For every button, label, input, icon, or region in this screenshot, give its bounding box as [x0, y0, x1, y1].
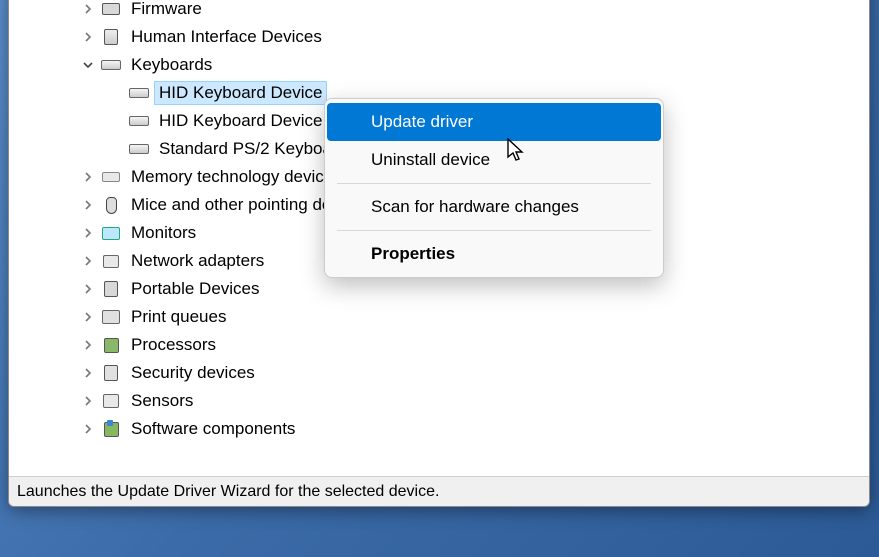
tree-node[interactable]: Processors [9, 331, 869, 359]
status-text: Launches the Update Driver Wizard for th… [17, 483, 439, 501]
tree-node[interactable]: Sensors [9, 387, 869, 415]
menu-separator [337, 183, 651, 184]
menu-item-label: Properties [371, 244, 455, 264]
tree-node[interactable]: Portable Devices [9, 275, 869, 303]
tree-node-label: Human Interface Devices [127, 26, 326, 48]
tree-node-label: Keyboards [127, 54, 216, 76]
keyboard-icon [101, 55, 121, 75]
tree-node[interactable]: Firmware [9, 0, 869, 23]
chevron-right-icon[interactable] [81, 30, 95, 44]
tree-node-label: Portable Devices [127, 278, 264, 300]
menu-item-label: Update driver [371, 112, 473, 132]
network-icon [101, 251, 121, 271]
keyboard-icon [129, 111, 149, 131]
context-menu: Update driver Uninstall device Scan for ha… [324, 98, 664, 278]
tree-node-label: Network adapters [127, 250, 268, 272]
tree-node-label: Monitors [127, 222, 200, 244]
tree-node-label: Software components [127, 418, 299, 440]
menu-item-scan-for-hardware-changes[interactable]: Scan for hardware changes [327, 188, 661, 226]
chevron-right-icon[interactable] [81, 254, 95, 268]
chevron-right-icon[interactable] [81, 226, 95, 240]
tree-node[interactable]: Software components [9, 415, 869, 443]
tree-node[interactable]: Print queues [9, 303, 869, 331]
tree-node[interactable]: Security devices [9, 359, 869, 387]
status-bar: Launches the Update Driver Wizard for th… [9, 476, 869, 506]
chevron-right-icon[interactable] [81, 422, 95, 436]
tree-node-label: Security devices [127, 362, 259, 384]
software-icon [101, 419, 121, 439]
menu-item-label: Scan for hardware changes [371, 197, 579, 217]
tree-node[interactable]: Keyboards [9, 51, 869, 79]
tree-node-label: HID Keyboard Device [155, 110, 326, 132]
menu-item-uninstall-device[interactable]: Uninstall device [327, 141, 661, 179]
tree-node-label: Standard PS/2 Keyboard [155, 138, 351, 160]
tree-node-label: Processors [127, 334, 220, 356]
chevron-right-icon[interactable] [81, 338, 95, 352]
chevron-right-icon[interactable] [81, 2, 95, 16]
tree-node-label: Memory technology devices [127, 166, 346, 188]
tree-node-label: Sensors [127, 390, 197, 412]
portable-icon [101, 279, 121, 299]
hid-icon [101, 27, 121, 47]
memory-icon [101, 167, 121, 187]
tree-node-label: HID Keyboard Device [155, 82, 326, 104]
chevron-right-icon[interactable] [81, 282, 95, 296]
cpu-icon [101, 335, 121, 355]
menu-item-label: Uninstall device [371, 150, 490, 170]
keyboard-icon [129, 139, 149, 159]
chevron-right-icon[interactable] [81, 394, 95, 408]
sensor-icon [101, 391, 121, 411]
menu-separator [337, 230, 651, 231]
menu-item-properties[interactable]: Properties [327, 235, 661, 273]
firmware-icon [101, 0, 121, 19]
printer-icon [101, 307, 121, 327]
mouse-icon [101, 195, 121, 215]
chevron-right-icon[interactable] [81, 366, 95, 380]
chevron-right-icon[interactable] [81, 170, 95, 184]
keyboard-icon [129, 83, 149, 103]
tree-node-label: Firmware [127, 0, 206, 20]
chevron-right-icon[interactable] [81, 310, 95, 324]
tree-node[interactable]: Human Interface Devices [9, 23, 869, 51]
tree-node-label: Print queues [127, 306, 230, 328]
chevron-right-icon[interactable] [81, 198, 95, 212]
chevron-down-icon[interactable] [81, 58, 95, 72]
menu-item-update-driver[interactable]: Update driver [327, 103, 661, 141]
security-icon [101, 363, 121, 383]
monitor-icon [101, 223, 121, 243]
